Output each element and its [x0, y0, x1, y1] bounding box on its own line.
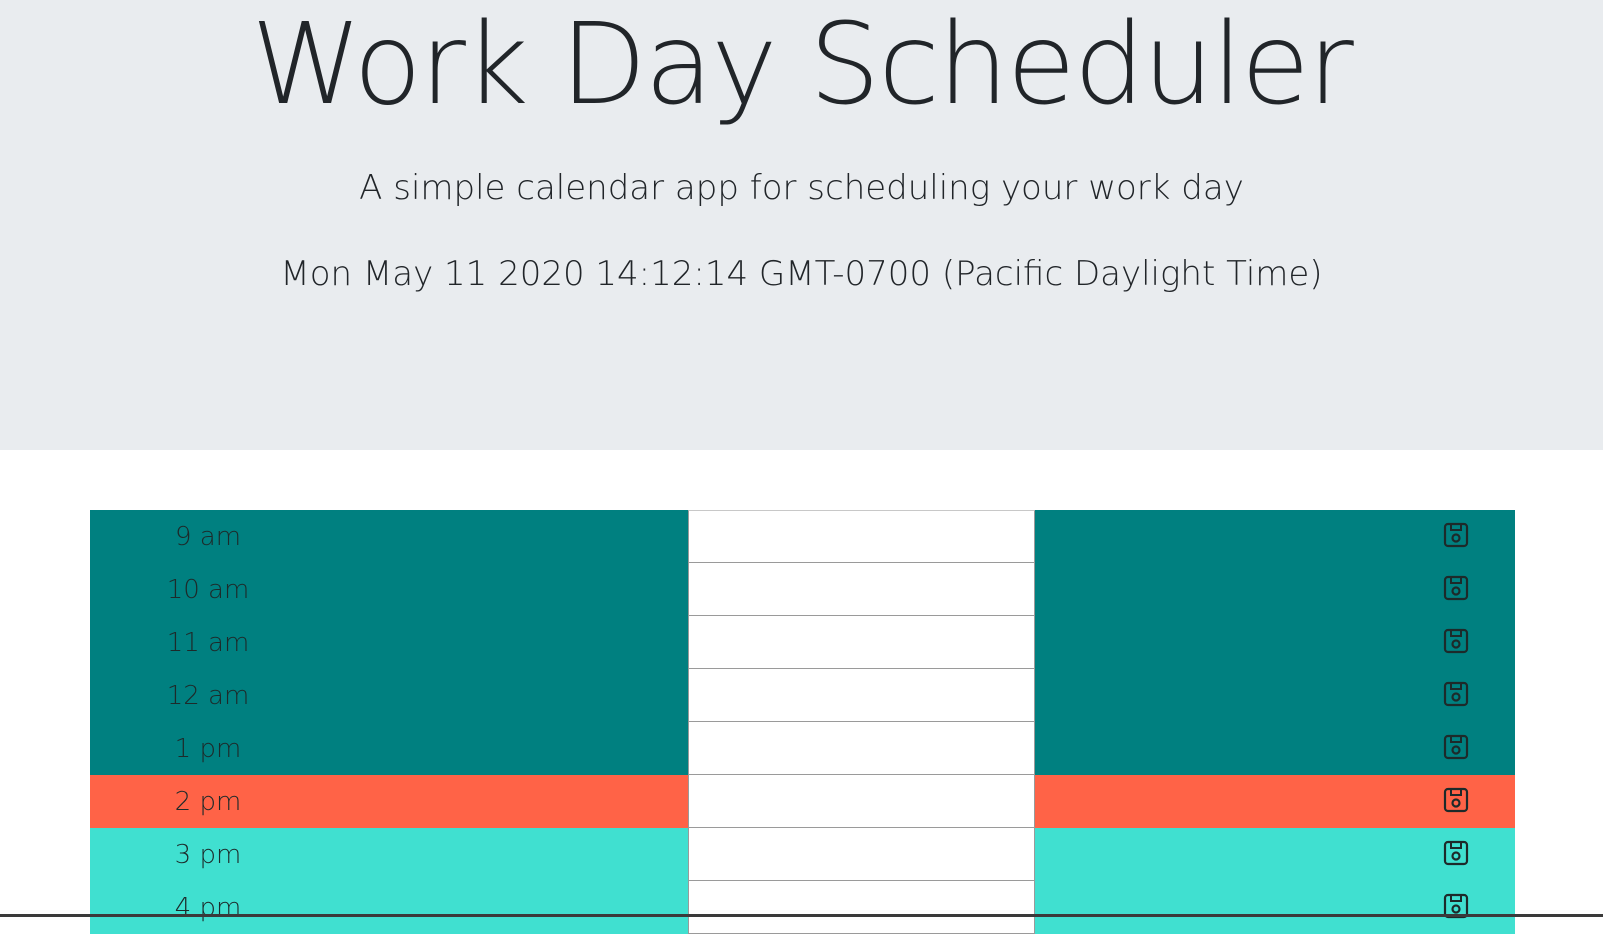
time-block: 4 pm [90, 881, 1515, 934]
hour-label: 12 am [166, 680, 250, 711]
save-icon [1443, 681, 1469, 707]
description-input[interactable] [688, 616, 1035, 669]
save-button[interactable] [1035, 510, 1515, 563]
time-block: 9 am [90, 510, 1515, 563]
description-input[interactable] [688, 722, 1035, 775]
description-input[interactable] [688, 669, 1035, 722]
time-block: 11 am [90, 616, 1515, 669]
save-icon [1443, 840, 1469, 866]
page-subtitle: A simple calendar app for scheduling you… [359, 168, 1244, 208]
hour-label: 9 am [174, 521, 242, 552]
description-input[interactable] [688, 563, 1035, 616]
hour-label: 4 pm [174, 892, 242, 923]
hour-cell: 1 pm [90, 722, 688, 775]
save-icon [1443, 575, 1469, 601]
time-block: 10 am [90, 563, 1515, 616]
hour-cell: 2 pm [90, 775, 688, 828]
hour-label: 10 am [166, 574, 250, 605]
save-icon [1443, 734, 1469, 760]
description-input[interactable] [688, 881, 1035, 934]
save-button[interactable] [1035, 775, 1515, 828]
time-block: 12 am [90, 669, 1515, 722]
hour-label: 1 pm [174, 733, 242, 764]
hour-cell: 9 am [90, 510, 688, 563]
save-button[interactable] [1035, 881, 1515, 934]
save-button[interactable] [1035, 828, 1515, 881]
hour-cell: 3 pm [90, 828, 688, 881]
save-button[interactable] [1035, 669, 1515, 722]
save-button[interactable] [1035, 616, 1515, 669]
save-icon [1443, 522, 1469, 548]
save-button[interactable] [1035, 722, 1515, 775]
time-block: 2 pm [90, 775, 1515, 828]
hour-cell: 12 am [90, 669, 688, 722]
save-icon [1443, 787, 1469, 813]
schedule-container: 9 am 10 am 11 am 12 am 1 pm 2 pm 3 pm 4 … [90, 510, 1515, 934]
page-title: Work Day Scheduler [251, 0, 1354, 130]
hour-cell: 4 pm [90, 881, 688, 934]
hour-label: 3 pm [174, 839, 242, 870]
save-icon [1443, 628, 1469, 654]
hour-cell: 11 am [90, 616, 688, 669]
time-block: 1 pm [90, 722, 1515, 775]
description-input[interactable] [688, 510, 1035, 563]
description-input[interactable] [688, 828, 1035, 881]
hour-label: 11 am [166, 627, 250, 658]
save-button[interactable] [1035, 563, 1515, 616]
current-day: Mon May 11 2020 14:12:14 GMT-0700 (Pacif… [280, 254, 1323, 294]
description-input[interactable] [688, 775, 1035, 828]
hour-cell: 10 am [90, 563, 688, 616]
jumbotron-header: Work Day Scheduler A simple calendar app… [0, 0, 1603, 450]
time-block: 3 pm [90, 828, 1515, 881]
hour-label: 2 pm [174, 786, 242, 817]
